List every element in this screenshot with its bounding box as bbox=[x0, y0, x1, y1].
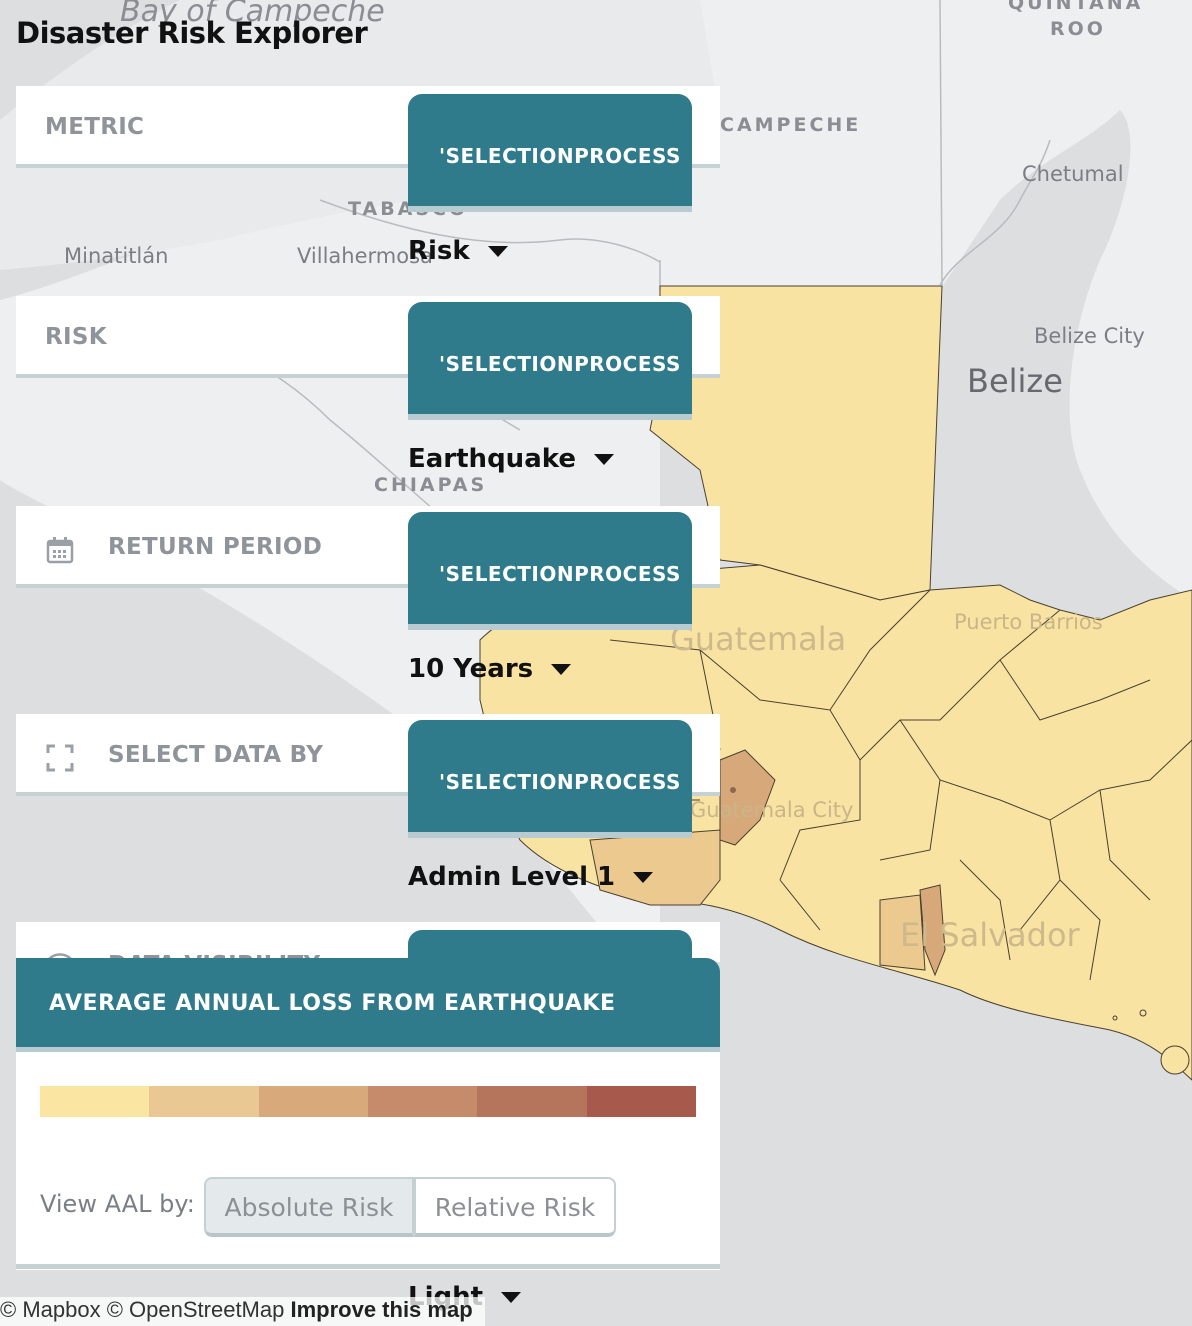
caret-down-icon bbox=[487, 246, 508, 257]
risk-tab[interactable]: 'SELECTIONPROCESS bbox=[408, 302, 692, 420]
select-by-select[interactable]: Admin Level 1 bbox=[408, 862, 654, 892]
return-period-label: RETURN PERIOD bbox=[108, 534, 323, 560]
ramp-swatch bbox=[477, 1086, 587, 1117]
osm-attribution-link[interactable]: © OpenStreetMap bbox=[107, 1297, 285, 1322]
ramp-swatch bbox=[40, 1086, 150, 1117]
select-by-value: Admin Level 1 bbox=[408, 862, 616, 892]
island bbox=[1160, 1045, 1190, 1075]
select-by-tab[interactable]: 'SELECTIONPROCESS bbox=[408, 720, 692, 838]
relative-risk-button[interactable]: Relative Risk bbox=[414, 1177, 616, 1237]
legend-footer-border bbox=[16, 1264, 720, 1269]
return-period-select[interactable]: 10 Years bbox=[408, 654, 572, 684]
app-title: Disaster Risk Explorer bbox=[16, 16, 368, 50]
map-label-campeche: CAMPECHE bbox=[720, 114, 862, 136]
metric-select[interactable]: Risk bbox=[408, 236, 508, 266]
map-label-roo: ROO bbox=[1050, 18, 1106, 40]
island bbox=[1112, 1015, 1118, 1021]
map-label-quintana: QUINTANA bbox=[1008, 0, 1144, 14]
metric-value: Risk bbox=[408, 236, 470, 266]
risk-value: Earthquake bbox=[408, 444, 576, 474]
map-label-belize: Belize bbox=[967, 362, 1063, 400]
risk-select[interactable]: Earthquake bbox=[408, 444, 614, 474]
improve-map-link[interactable]: Improve this map bbox=[290, 1297, 472, 1322]
select-by-label: SELECT DATA BY bbox=[108, 742, 324, 768]
island bbox=[1139, 1009, 1147, 1017]
caret-down-icon bbox=[633, 872, 654, 883]
mapbox-attribution-link[interactable]: © Mapbox bbox=[0, 1297, 101, 1322]
map-label-chetumal: Chetumal bbox=[1022, 162, 1124, 186]
ramp-swatch bbox=[586, 1086, 696, 1117]
map-label-puerto-barrios: Puerto Barrios bbox=[954, 610, 1103, 634]
ramp-swatch bbox=[367, 1086, 478, 1117]
legend-panel: AVERAGE ANNUAL LOSS FROM EARTHQUAKE View… bbox=[16, 958, 720, 1270]
map-label-guatemala-city: Guatemala City bbox=[690, 798, 854, 822]
map-label-el-salvador: El Salvador bbox=[900, 916, 1080, 954]
caret-down-icon bbox=[501, 1292, 522, 1303]
metric-tab[interactable]: 'SELECTIONPROCESS bbox=[408, 94, 692, 212]
return-period-tab[interactable]: 'SELECTIONPROCESS bbox=[408, 512, 692, 630]
return-period-value: 10 Years bbox=[408, 654, 534, 684]
metric-label: METRIC bbox=[45, 114, 145, 140]
ramp-swatch bbox=[149, 1086, 259, 1117]
color-ramp bbox=[40, 1086, 696, 1117]
absolute-risk-button[interactable]: Absolute Risk bbox=[204, 1177, 414, 1237]
caret-down-icon bbox=[593, 454, 614, 465]
legend-title: AVERAGE ANNUAL LOSS FROM EARTHQUAKE bbox=[16, 958, 720, 1052]
view-by-label: View AAL by: bbox=[40, 1190, 195, 1218]
map-attribution: © Mapbox © OpenStreetMap Improve this ma… bbox=[0, 1297, 485, 1326]
map-label-minatitlan: Minatitlán bbox=[64, 244, 169, 268]
calendar-icon bbox=[46, 537, 74, 564]
risk-label: RISK bbox=[45, 324, 107, 350]
ramp-swatch bbox=[258, 1086, 368, 1117]
map-label-guatemala: Guatemala bbox=[670, 620, 847, 658]
select-region-icon bbox=[46, 744, 74, 772]
city-marker bbox=[730, 787, 736, 793]
map-label-belize-city: Belize City bbox=[1034, 324, 1145, 348]
caret-down-icon bbox=[551, 664, 572, 675]
map-label-chiapas: CHIAPAS bbox=[374, 474, 488, 496]
